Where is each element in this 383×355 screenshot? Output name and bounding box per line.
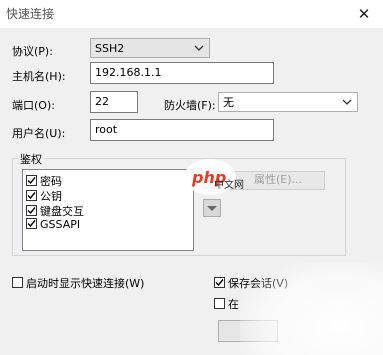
checkbox[interactable] <box>26 190 37 201</box>
save-session-label: 保存会话(V) <box>228 277 289 290</box>
hostname-input[interactable]: 192.168.1.1 <box>90 62 274 84</box>
checkmark-icon <box>27 177 36 185</box>
close-button[interactable]: ✕ <box>352 4 376 24</box>
title-bar <box>0 0 383 28</box>
firewall-select[interactable]: 无 <box>218 92 358 112</box>
checkmark-icon <box>27 207 36 215</box>
firewall-label: 防火墙(F): <box>164 99 216 112</box>
checkbox[interactable] <box>12 277 23 288</box>
hostname-label: 主机名(H): <box>12 70 66 83</box>
auth-item-label: GSSAPI <box>40 218 81 231</box>
auth-item-label: 密码 <box>40 175 62 188</box>
protocol-select[interactable]: SSH2 <box>90 38 210 58</box>
chevron-down-icon <box>342 99 352 105</box>
auth-item-keyboard-interactive[interactable]: 键盘交互 <box>26 203 84 218</box>
move-up-button[interactable] <box>203 171 221 189</box>
checkbox[interactable] <box>26 218 37 229</box>
port-label: 端口(O): <box>12 99 55 112</box>
checkmark-icon <box>215 279 224 287</box>
move-down-button[interactable] <box>203 199 221 217</box>
checkmark-icon <box>27 220 36 228</box>
open-in-tab-label: 在 <box>228 298 239 311</box>
username-label: 用户名(U): <box>12 127 66 140</box>
show-on-startup-label: 启动时显示快速连接(W) <box>26 277 145 290</box>
checkbox[interactable] <box>26 175 37 186</box>
auth-item-password[interactable]: 密码 <box>26 173 62 188</box>
protocol-value: SSH2 <box>95 42 125 55</box>
auth-method-list[interactable]: 密码 公钥 键盘交互 GSSAPI <box>22 169 194 251</box>
auth-item-gssapi[interactable]: GSSAPI <box>26 218 80 232</box>
window-title: 快速连接 <box>6 7 55 21</box>
checkbox[interactable] <box>214 298 225 309</box>
connect-button[interactable] <box>218 320 278 342</box>
show-on-startup-option[interactable]: 启动时显示快速连接(W) <box>12 275 144 291</box>
checkbox[interactable] <box>214 277 225 288</box>
arrow-down-icon <box>207 206 217 211</box>
auth-item-publickey[interactable]: 公钥 <box>26 188 62 203</box>
arrow-up-icon <box>207 177 217 182</box>
checkmark-icon <box>27 192 36 200</box>
firewall-value: 无 <box>223 96 234 109</box>
auth-group-title: 鉴权 <box>18 151 44 167</box>
save-session-option[interactable]: 保存会话(V) <box>214 275 288 291</box>
port-input[interactable]: 22 <box>90 91 138 113</box>
chevron-down-icon <box>194 45 204 51</box>
auth-item-label: 公钥 <box>40 190 62 203</box>
auth-item-label: 键盘交互 <box>40 205 84 218</box>
protocol-label: 协议(P): <box>12 45 53 58</box>
open-in-tab-option[interactable]: 在 <box>214 296 239 312</box>
checkbox[interactable] <box>26 205 37 216</box>
properties-button[interactable]: 属性(E)... <box>231 171 325 190</box>
username-input[interactable]: root <box>90 119 274 141</box>
